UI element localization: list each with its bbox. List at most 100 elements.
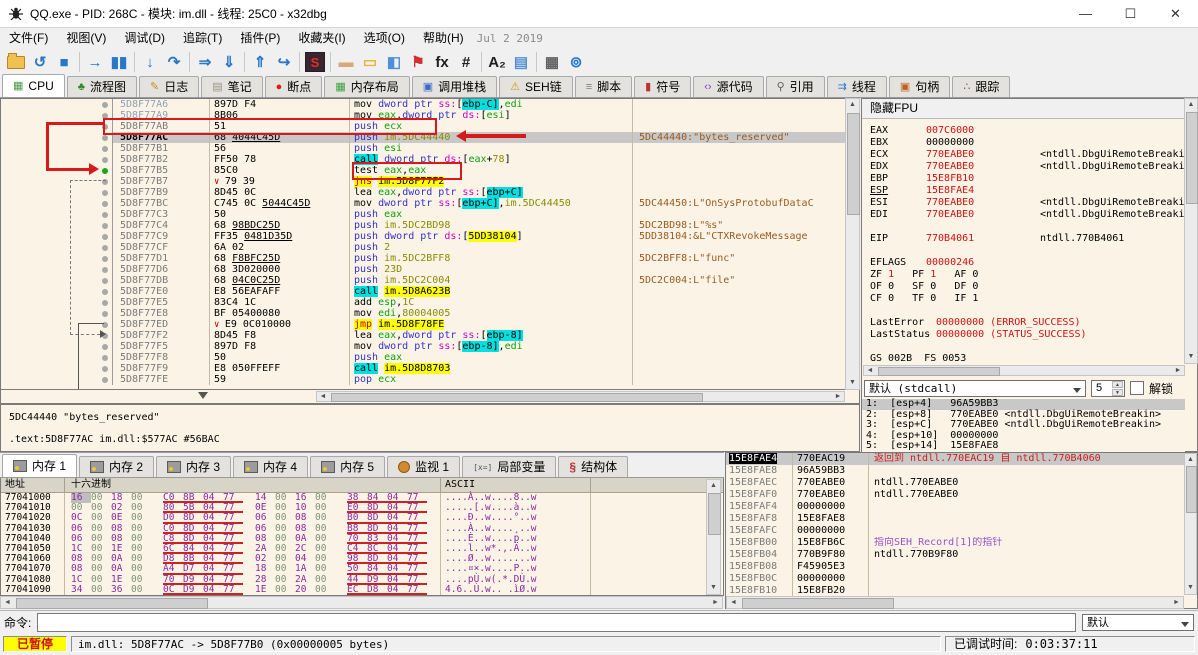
- breakpoint-gutter[interactable]: [1, 374, 113, 385]
- tab-句柄[interactable]: ▣ 句柄: [888, 76, 951, 97]
- scroll-thumb[interactable]: [708, 493, 721, 535]
- stack-row[interactable]: 15E8FB04 770B9F80 ntdll.770B9F80: [726, 549, 1197, 561]
- register-line[interactable]: [862, 221, 1197, 233]
- function-button[interactable]: fx: [430, 51, 454, 73]
- scroll-thumb[interactable]: [878, 367, 1000, 376]
- maximize-button[interactable]: ☐: [1108, 0, 1153, 28]
- disasm-row[interactable]: 5D8F77C9 FF35 0481D35D push dword ptr ds:[…: [1, 231, 859, 242]
- stack-row[interactable]: 15E8FAE4 770EAC19 返回到 ntdll.770EAC19 自 ntd…: [726, 453, 1197, 465]
- register-line[interactable]: CF 0 TF 0 IF 1: [862, 293, 1197, 305]
- calculator-button[interactable]: ▦: [540, 51, 564, 73]
- tab-内存 3[interactable]: 内存 3: [156, 456, 232, 477]
- gutter-dot[interactable]: [102, 343, 108, 350]
- disasm-row[interactable]: 5D8F77CF 6A 02 push 2: [1, 242, 859, 253]
- scroll-thumb[interactable]: [1186, 112, 1198, 204]
- breakpoint-gutter[interactable]: [1, 352, 113, 363]
- argument-row[interactable]: 1: [esp+4] 96A59BB3: [862, 398, 1185, 410]
- disasm-row[interactable]: 5D8F77F5 897D F8 mov dword ptr ss:[ebp-8],…: [1, 341, 859, 352]
- tab-跟踪[interactable]: ∴ 跟踪: [952, 76, 1011, 97]
- scroll-left-arrow[interactable]: ◄: [727, 597, 740, 608]
- run-button[interactable]: →: [83, 51, 107, 73]
- gutter-dot[interactable]: [102, 376, 108, 383]
- tab-线程[interactable]: ⇉ 线程: [826, 76, 887, 97]
- disasm-row[interactable]: 5D8F77ED ∨ E9 0C010000 jmp im.5D8F78FE: [1, 319, 859, 330]
- menu-收藏夹(I)[interactable]: 收藏夹(I): [289, 28, 354, 48]
- disasm-row[interactable]: 5D8F77B1 56 push esi: [1, 143, 859, 154]
- step-over-button[interactable]: ↷: [162, 51, 186, 73]
- register-line[interactable]: [862, 341, 1197, 353]
- breakpoint-gutter[interactable]: [1, 198, 113, 209]
- dump-row[interactable]: 77041030 06 00 08 00 C0 8D 04 77 06 00 08 00 B8 8D 04 77…: [1, 523, 723, 534]
- scroll-thumb[interactable]: [847, 113, 860, 215]
- breakpoint-gutter[interactable]: [1, 297, 113, 308]
- stack-hscrollbar[interactable]: ◄ ►: [726, 596, 1184, 609]
- stack-row[interactable]: 15E8FB00 15E8FB6C 指向SEH_Record[1]的指针: [726, 537, 1197, 549]
- scroll-left-arrow[interactable]: ◄: [864, 366, 876, 376]
- dump-row[interactable]: 77041010 00 00 02 00 80 5B 04 77 0E 00 10 00 E0 8D 04 77…: [1, 502, 723, 514]
- tab-流程图[interactable]: ♣ 流程图: [66, 76, 137, 97]
- disasm-row[interactable]: 5D8F77E5 83C4 1C add esp,1C: [1, 297, 859, 308]
- scroll-down-arrow[interactable]: ▼: [1185, 351, 1197, 363]
- gutter-dot[interactable]: [102, 222, 108, 229]
- register-line[interactable]: OF 0 SF 0 DF 0: [862, 281, 1197, 293]
- restart-button[interactable]: ↺: [28, 51, 52, 73]
- stop-button[interactable]: ■: [52, 51, 76, 73]
- register-line[interactable]: EIP 770B4061 ntdll.770B4061: [862, 233, 1197, 245]
- breakpoint-gutter[interactable]: [1, 231, 113, 242]
- run-to-user-code-button[interactable]: ↪: [272, 51, 296, 73]
- stack-row[interactable]: 15E8FB0C 00000000: [726, 573, 1197, 585]
- scroll-thumb[interactable]: [16, 598, 208, 609]
- menu-追踪(T)[interactable]: 追踪(T): [174, 28, 231, 48]
- registers-hscrollbar[interactable]: ◄ ►: [863, 365, 1185, 376]
- breakpoint-gutter[interactable]: [1, 187, 113, 198]
- register-line[interactable]: EDX 770EABE0 <ntdll.DbgUiRemoteBreakin>: [862, 161, 1197, 173]
- dump-row[interactable]: 77041060 08 00 0A 00 D8 8B 04 77 02 00 04 00 98 8D 04 77…: [1, 553, 723, 565]
- scroll-left-arrow[interactable]: ◄: [1, 597, 14, 608]
- breakpoint-gutter[interactable]: [1, 264, 113, 275]
- menu-插件(P)[interactable]: 插件(P): [231, 28, 289, 48]
- disassembly-panel[interactable]: 5D8F77A6 897D F4 mov dword ptr ss:[ebp-C],…: [0, 98, 860, 390]
- gutter-dot[interactable]: [102, 134, 108, 141]
- disasm-row[interactable]: 5D8F77DB 68 04C0C25D push im.5DC2C004 5DC2C…: [1, 275, 859, 286]
- disasm-row[interactable]: 5D8F77B9 8D45 0C lea eax,dword ptr ss:[ebp…: [1, 187, 859, 198]
- disasm-hscrollbar[interactable]: ◄ ►: [316, 391, 845, 402]
- run-to-cursor-button[interactable]: ⇒: [193, 51, 217, 73]
- scroll-thumb[interactable]: [331, 393, 703, 402]
- disasm-row[interactable]: 5D8F77FE 59 pop ecx: [1, 374, 859, 385]
- scroll-down-arrow[interactable]: ▼: [846, 377, 859, 389]
- dump-row[interactable]: 77041050 1C 00 1E 00 6C 84 04 77 2A 00 2C 00 C4 8C 04 77…: [1, 543, 723, 555]
- scroll-right-arrow[interactable]: ►: [832, 392, 844, 402]
- breakpoint-gutter[interactable]: [1, 242, 113, 253]
- tab-结构体[interactable]: § 结构体: [558, 456, 629, 477]
- register-line[interactable]: ESP 15E8FAE4: [862, 185, 1197, 197]
- tab-内存 4[interactable]: 内存 4: [233, 456, 309, 477]
- disasm-row[interactable]: 5D8F77D1 68 F8BFC25D push im.5DC2BFF8 5DC2B…: [1, 253, 859, 264]
- pause-button[interactable]: ▮▮: [107, 51, 131, 73]
- gutter-dot[interactable]: [102, 310, 108, 317]
- argument-row[interactable]: 3: [esp+C] 770EABE0 <ntdll.DbgUiRemoteBr…: [862, 419, 1185, 431]
- gutter-dot[interactable]: [102, 156, 108, 163]
- tab-日志[interactable]: ✎ 日志: [138, 76, 200, 97]
- tab-源代码[interactable]: ‹› 源代码: [693, 76, 764, 97]
- scroll-thumb[interactable]: [1186, 466, 1197, 513]
- stack-row[interactable]: 15E8FAF4 00000000: [726, 501, 1197, 513]
- register-line[interactable]: GS 002B FS 0053: [862, 353, 1197, 365]
- comment-button[interactable]: ▭: [358, 51, 382, 73]
- hash-button[interactable]: #: [454, 51, 478, 73]
- internet-button[interactable]: ⊚: [564, 51, 588, 73]
- registers-vscrollbar[interactable]: ▲ ▼: [1184, 98, 1198, 364]
- gutter-dot[interactable]: [102, 299, 108, 306]
- menu-视图(V)[interactable]: 视图(V): [57, 28, 115, 48]
- disasm-row[interactable]: 5D8F77C3 50 push eax: [1, 209, 859, 220]
- scroll-right-arrow[interactable]: ►: [709, 597, 722, 608]
- disasm-row[interactable]: 5D8F77BC C745 0C 5044C45D mov dword ptr ss…: [1, 198, 859, 209]
- label-button[interactable]: ◧: [382, 51, 406, 73]
- menu-选项(O)[interactable]: 选项(O): [355, 28, 414, 48]
- tab-调用堆栈[interactable]: ▣ 调用堆栈: [411, 76, 498, 97]
- close-button[interactable]: ✕: [1153, 0, 1198, 28]
- tab-CPU[interactable]: ▦ CPU: [2, 74, 65, 97]
- register-line[interactable]: EBX 00000000: [862, 137, 1197, 149]
- gutter-dot[interactable]: [102, 211, 108, 218]
- breakpoint-gutter[interactable]: [1, 286, 113, 297]
- tab-内存 1[interactable]: 内存 1: [2, 454, 78, 477]
